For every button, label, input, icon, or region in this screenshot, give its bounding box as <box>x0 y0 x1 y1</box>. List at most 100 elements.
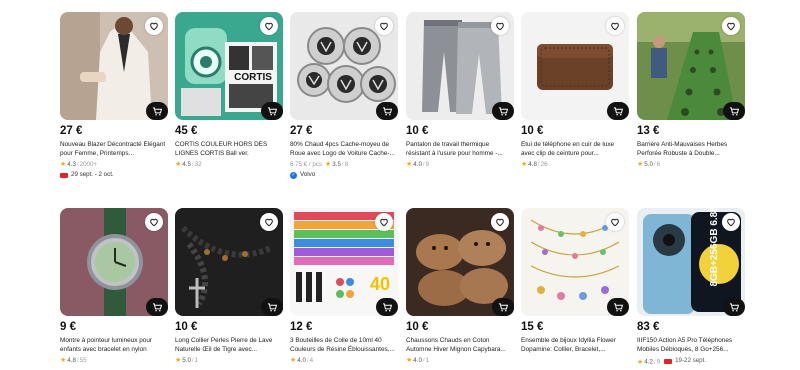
product-price: 45 € <box>175 125 198 137</box>
product-title[interactable]: Chaussons Chauds en Coton Automne Hiver … <box>406 337 514 354</box>
product-rating: ★4.2/9 19-22 sept. <box>637 357 707 366</box>
review-count: 9 <box>425 161 430 169</box>
product-card[interactable]: 10 € Pantalon de travail thermique résis… <box>406 12 514 169</box>
product-title[interactable]: CORTIS COULEUR HORS DES LIGNES CORTIS Ba… <box>175 141 283 158</box>
product-image-hubcaps[interactable] <box>290 12 398 120</box>
star-icon: ★ <box>406 357 413 365</box>
product-card[interactable]: CORTIS 45 € CORTIS COULEUR HORS DES LIGN… <box>175 12 283 169</box>
unit-price: 6.75 € / pcs <box>290 161 322 169</box>
review-count: 26 <box>540 161 548 169</box>
favorite-heart-icon[interactable] <box>145 213 163 231</box>
favorite-heart-icon[interactable] <box>722 213 740 231</box>
star-icon: ★ <box>175 161 182 169</box>
rating-value: 5.0 <box>182 357 191 365</box>
rating-value: 4.0 <box>413 357 422 365</box>
product-rating: ★4.5/32 <box>175 161 202 169</box>
product-title[interactable]: Pantalon de travail thermique résistant … <box>406 141 514 158</box>
product-image-watch[interactable] <box>60 208 168 316</box>
product-image-jewelry[interactable] <box>521 208 629 316</box>
star-icon: ★ <box>60 357 67 365</box>
add-to-cart-button[interactable] <box>261 102 283 120</box>
add-to-cart-button[interactable] <box>376 298 398 316</box>
product-price: 10 € <box>175 321 198 333</box>
product-card[interactable]: 27 € 80% Chaud 4pcs Cache-moyeu de Roue … <box>290 12 398 179</box>
product-image-slippers[interactable] <box>406 208 514 316</box>
product-title[interactable]: Montre à pointeur lumineux pour enfants … <box>60 337 168 354</box>
product-image-album[interactable]: CORTIS <box>175 12 283 120</box>
product-card[interactable]: 8GB+256GB 6.88" 83 € IIIF150 Action A5 P… <box>637 208 745 367</box>
product-image-glitter-glue[interactable]: 40 <box>290 208 398 316</box>
favorite-heart-icon[interactable] <box>491 17 509 35</box>
check-badge-icon: ✓ <box>290 171 297 179</box>
product-image-blazer[interactable] <box>60 12 168 120</box>
brand-tag[interactable]: ✓ Volvo <box>290 171 398 179</box>
truck-icon <box>60 172 68 178</box>
product-card[interactable]: 10 € Chaussons Chauds en Coton Automne H… <box>406 208 514 365</box>
product-title[interactable]: Barrière Anti-Mauvaises Herbes Perforée … <box>637 141 745 158</box>
favorite-heart-icon[interactable] <box>375 213 393 231</box>
review-count: 6 <box>656 161 661 169</box>
favorite-heart-icon[interactable] <box>606 213 624 231</box>
favorite-heart-icon[interactable] <box>260 213 278 231</box>
product-title[interactable]: Étui de téléphone en cuir de luxe avec c… <box>521 141 629 158</box>
favorite-heart-icon[interactable] <box>606 17 624 35</box>
product-card[interactable]: 9 € Montre à pointeur lumineux pour enfa… <box>60 208 168 365</box>
add-to-cart-button[interactable] <box>723 102 745 120</box>
favorite-heart-icon[interactable] <box>145 17 163 35</box>
review-count: 1 <box>425 357 430 365</box>
phone-spec-text: 8GB+256GB 6.88" <box>709 208 720 287</box>
rating-value: 4.0 <box>413 161 422 169</box>
product-image-weed-barrier[interactable] <box>637 12 745 120</box>
favorite-heart-icon[interactable] <box>260 17 278 35</box>
review-count: 32 <box>194 161 202 169</box>
product-rating: ★5.0/6 <box>637 161 661 169</box>
add-to-cart-button[interactable] <box>261 298 283 316</box>
add-to-cart-button[interactable] <box>723 298 745 316</box>
product-price: 27 € <box>290 125 313 137</box>
product-card[interactable]: 10 € Long Collier Perles Pierre de Lave … <box>175 208 283 365</box>
favorite-heart-icon[interactable] <box>491 213 509 231</box>
product-image-necklace[interactable] <box>175 208 283 316</box>
add-to-cart-button[interactable] <box>492 298 514 316</box>
product-image-phone-case[interactable] <box>521 12 629 120</box>
product-rating: ★5.0/1 <box>175 357 199 365</box>
product-card[interactable]: 15 € Ensemble de bijoux Idyllia Flower D… <box>521 208 629 354</box>
rating-value: 3.5 <box>332 161 341 169</box>
product-rating: ★4.3/2000+ <box>60 161 98 169</box>
star-icon: ★ <box>637 161 644 169</box>
product-card[interactable]: 10 € Étui de téléphone en cuir de luxe a… <box>521 12 629 169</box>
add-to-cart-button[interactable] <box>492 102 514 120</box>
add-to-cart-button[interactable] <box>146 102 168 120</box>
favorite-heart-icon[interactable] <box>375 17 393 35</box>
product-card[interactable]: 40 12 € 3 Bouteilles de Colle de 10ml 40… <box>290 208 398 365</box>
rating-value: 4.0 <box>297 357 306 365</box>
product-price: 13 € <box>637 125 660 137</box>
favorite-heart-icon[interactable] <box>722 17 740 35</box>
product-rating: 6.75 € / pcs ★3.5/8 <box>290 161 349 169</box>
product-image-pants[interactable] <box>406 12 514 120</box>
product-price: 10 € <box>521 125 544 137</box>
product-card[interactable]: 27 € Nouveau Blazer Décontracté Élégant … <box>60 12 168 179</box>
product-price: 27 € <box>60 125 83 137</box>
product-price: 10 € <box>406 125 429 137</box>
rating-value: 4.8 <box>67 357 76 365</box>
truck-icon <box>664 358 673 364</box>
product-title[interactable]: IIIF150 Action A5 Pro Téléphones Mobiles… <box>637 337 745 354</box>
rating-value: 4.3 <box>67 161 76 169</box>
product-rating: ★4.0/1 <box>406 357 430 365</box>
shipping-info: 29 sept. - 2 oct. <box>60 171 168 179</box>
product-card[interactable]: 13 € Barrière Anti-Mauvaises Herbes Perf… <box>637 12 745 169</box>
product-title[interactable]: Nouveau Blazer Décontracté Élégant pour … <box>60 141 168 158</box>
product-title[interactable]: 3 Bouteilles de Colle de 10ml 40 Couleur… <box>290 337 398 354</box>
color-count-text: 40 <box>370 274 390 294</box>
add-to-cart-button[interactable] <box>607 102 629 120</box>
product-title[interactable]: Long Collier Perles Pierre de Lave Natur… <box>175 337 283 354</box>
add-to-cart-button[interactable] <box>607 298 629 316</box>
product-image-smartphone[interactable]: 8GB+256GB 6.88" <box>637 208 745 316</box>
product-title[interactable]: 80% Chaud 4pcs Cache-moyeu de Roue avec … <box>290 141 398 158</box>
product-rating: ★4.8/55 <box>60 357 87 365</box>
add-to-cart-button[interactable] <box>376 102 398 120</box>
product-title[interactable]: Ensemble de bijoux Idyllia Flower Dopami… <box>521 337 629 354</box>
add-to-cart-button[interactable] <box>146 298 168 316</box>
product-price: 12 € <box>290 321 313 333</box>
